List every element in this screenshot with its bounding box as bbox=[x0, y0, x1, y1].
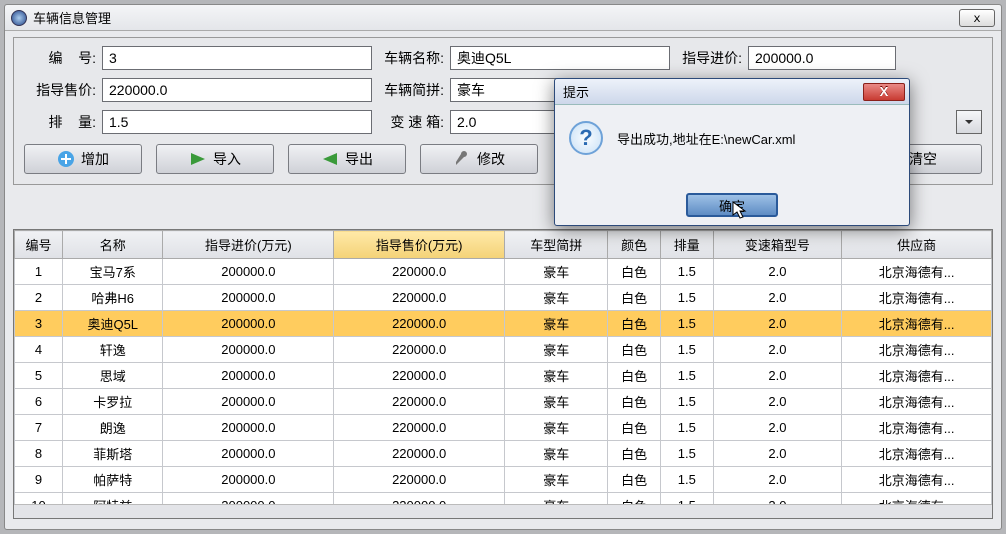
table-row[interactable]: 9帕萨特200000.0220000.0豪车白色1.52.0北京海德有... bbox=[15, 467, 992, 493]
arrow-left-icon bbox=[321, 150, 339, 168]
export-button[interactable]: 导出 bbox=[288, 144, 406, 174]
title-bar[interactable]: 车辆信息管理 ｘ bbox=[5, 5, 1001, 31]
column-header[interactable]: 编号 bbox=[15, 231, 63, 259]
label-buy-price: 指导进价: bbox=[676, 48, 742, 68]
table-row[interactable]: 1宝马7系200000.0220000.0豪车白色1.52.0北京海德有... bbox=[15, 259, 992, 285]
dialog-title-bar[interactable]: 提示 X bbox=[555, 79, 909, 105]
question-icon: ? bbox=[569, 121, 603, 155]
buy-price-input[interactable] bbox=[748, 46, 896, 70]
label-id: 编 号: bbox=[24, 48, 96, 68]
add-button[interactable]: 增加 bbox=[24, 144, 142, 174]
dialog-ok-button[interactable]: 确定 bbox=[686, 193, 778, 217]
chevron-down-icon bbox=[964, 117, 974, 127]
column-header[interactable]: 指导进价(万元) bbox=[163, 231, 334, 259]
window-title: 车辆信息管理 bbox=[33, 8, 111, 27]
column-header[interactable]: 车型简拼 bbox=[505, 231, 608, 259]
message-dialog: 提示 X ? 导出成功,地址在E:\newCar.xml 确定 bbox=[554, 78, 910, 226]
table-row[interactable]: 7朗逸200000.0220000.0豪车白色1.52.0北京海德有... bbox=[15, 415, 992, 441]
column-header[interactable]: 变速箱型号 bbox=[713, 231, 842, 259]
window-close-button[interactable]: ｘ bbox=[959, 9, 995, 27]
arrow-right-icon bbox=[189, 150, 207, 168]
column-header[interactable]: 指导售价(万元) bbox=[334, 231, 505, 259]
horizontal-scrollbar[interactable] bbox=[14, 504, 992, 518]
dialog-message: 导出成功,地址在E:\newCar.xml bbox=[617, 129, 795, 148]
dialog-close-button[interactable]: X bbox=[863, 83, 905, 101]
wrench-icon bbox=[453, 150, 471, 168]
table-row[interactable]: 6卡罗拉200000.0220000.0豪车白色1.52.0北京海德有... bbox=[15, 389, 992, 415]
plus-icon bbox=[57, 150, 75, 168]
import-button[interactable]: 导入 bbox=[156, 144, 274, 174]
table-row[interactable]: 8菲斯塔200000.0220000.0豪车白色1.52.0北京海德有... bbox=[15, 441, 992, 467]
dialog-title: 提示 bbox=[563, 82, 589, 101]
label-gearbox: 变 速 箱: bbox=[378, 112, 444, 132]
column-header[interactable]: 名称 bbox=[63, 231, 163, 259]
id-input[interactable] bbox=[102, 46, 372, 70]
table-row[interactable]: 3奥迪Q5L200000.0220000.0豪车白色1.52.0北京海德有... bbox=[15, 311, 992, 337]
table-row[interactable]: 4轩逸200000.0220000.0豪车白色1.52.0北京海德有... bbox=[15, 337, 992, 363]
displacement-input[interactable] bbox=[102, 110, 372, 134]
sell-price-input[interactable] bbox=[102, 78, 372, 102]
vehicle-table[interactable]: 编号名称指导进价(万元)指导售价(万元)车型简拼颜色排量变速箱型号供应商 1宝马… bbox=[13, 229, 993, 519]
modify-button[interactable]: 修改 bbox=[420, 144, 538, 174]
column-header[interactable]: 供应商 bbox=[842, 231, 992, 259]
mouse-cursor-icon bbox=[732, 201, 748, 219]
column-header[interactable]: 颜色 bbox=[608, 231, 661, 259]
table-row[interactable]: 11迈腾200000.0220000.0豪车白色1.52.0北京海德有... bbox=[15, 519, 992, 520]
label-abbrev: 车辆简拼: bbox=[378, 80, 444, 100]
table-row[interactable]: 5思域200000.0220000.0豪车白色1.52.0北京海德有... bbox=[15, 363, 992, 389]
app-icon bbox=[11, 10, 27, 26]
label-displacement: 排 量: bbox=[24, 112, 96, 132]
label-sell-price: 指导售价: bbox=[24, 80, 96, 100]
table-row[interactable]: 2哈弗H6200000.0220000.0豪车白色1.52.0北京海德有... bbox=[15, 285, 992, 311]
label-name: 车辆名称: bbox=[378, 48, 444, 68]
name-input[interactable] bbox=[450, 46, 670, 70]
column-header[interactable]: 排量 bbox=[660, 231, 713, 259]
combo-dropdown-button[interactable] bbox=[956, 110, 982, 134]
